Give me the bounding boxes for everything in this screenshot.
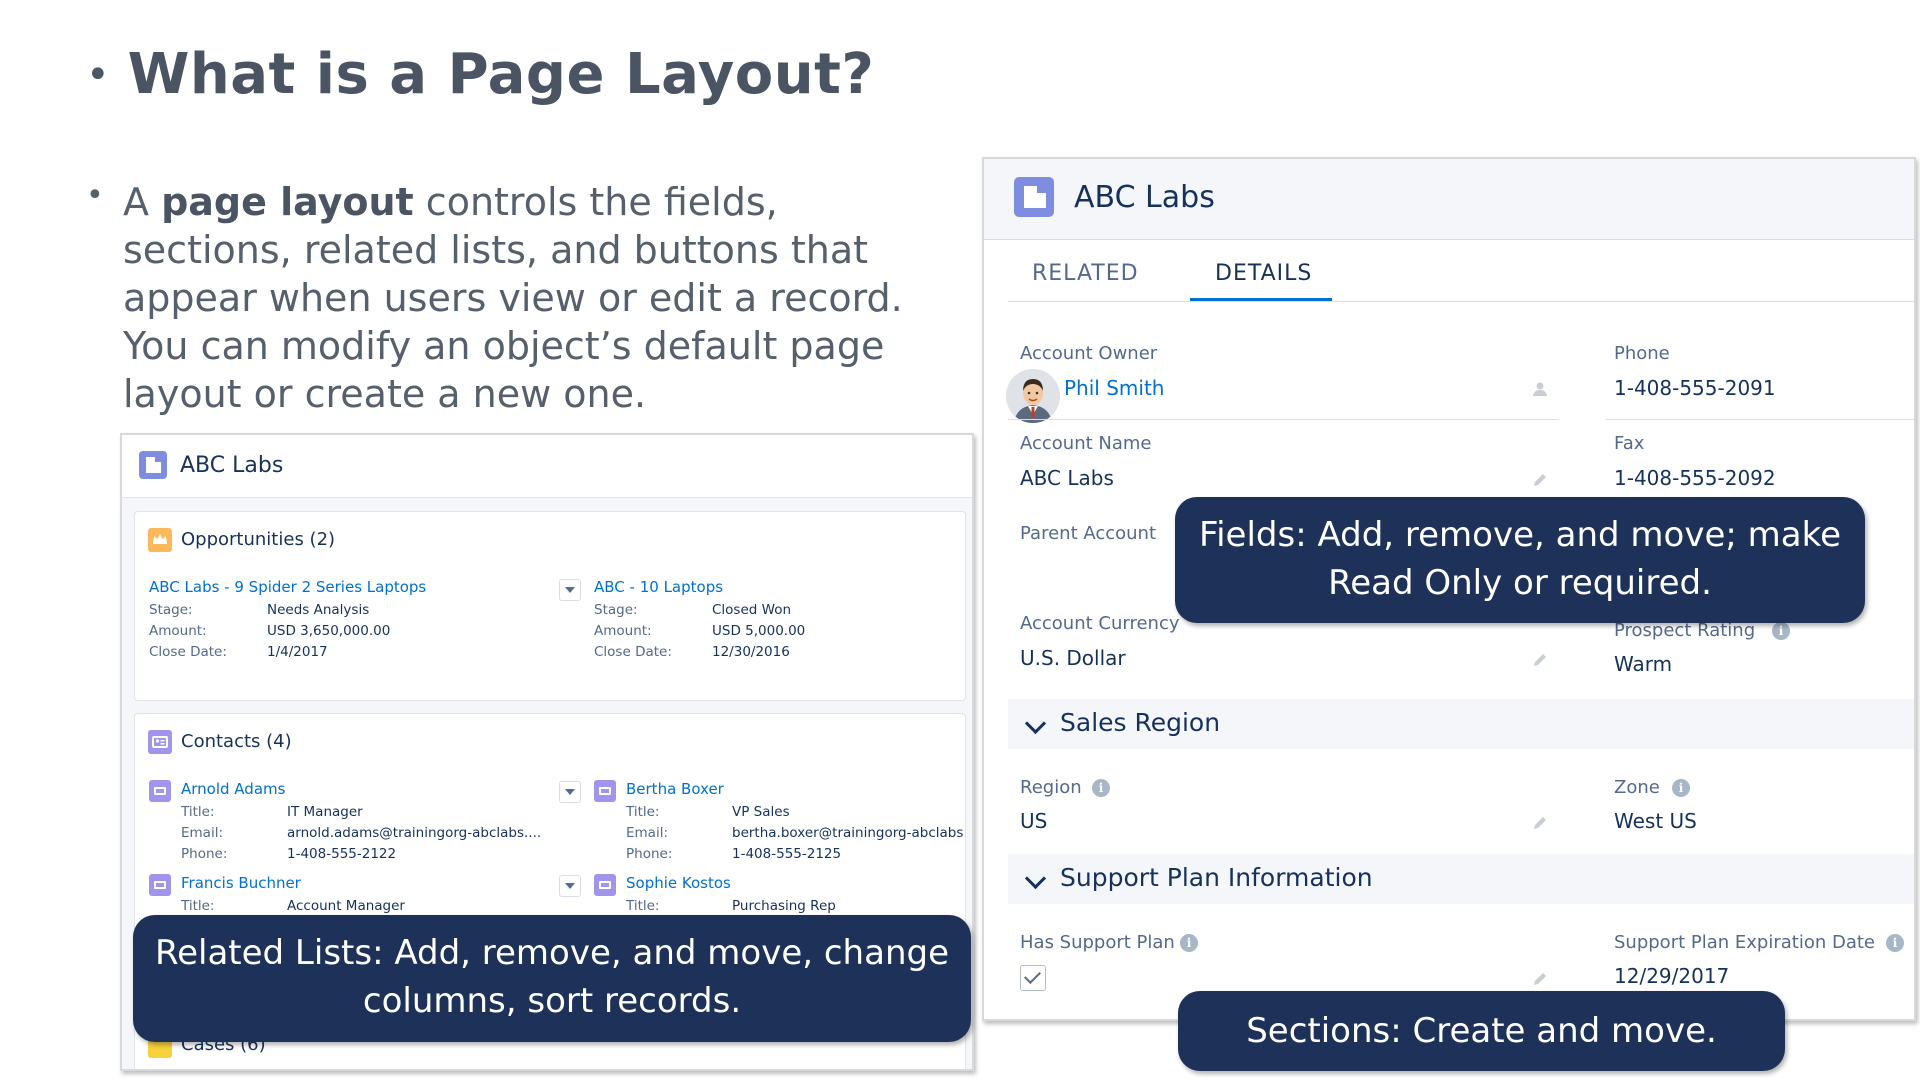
sections-callout: Sections: Create and move. [1178, 991, 1785, 1071]
contact-link[interactable]: Sophie Kostos [626, 874, 731, 892]
section-title: Sales Region [1060, 708, 1221, 737]
info-icon[interactable]: i [1672, 779, 1690, 797]
details-panel-title: ABC Labs [1074, 180, 1215, 215]
edit-pencil-icon[interactable] [1532, 652, 1548, 668]
chevron-down-icon [1024, 867, 1047, 890]
account-owner-link[interactable]: Phil Smith [1064, 376, 1164, 400]
tab-divider [1008, 301, 1914, 302]
opportunity-details: Stage: Closed Won Amount: USD 5,000.00 Clo… [594, 602, 806, 660]
account-name-value: ABC Labs [1020, 466, 1114, 490]
info-icon[interactable]: i [1886, 934, 1904, 952]
contact-details: Title: Purchasing Rep [626, 898, 836, 914]
has-support-plan-checkbox[interactable] [1020, 965, 1046, 991]
fields-callout-line: Fields: Add, remove, and move; make [1199, 515, 1841, 555]
prospect-rating-label: Prospect Rating [1614, 620, 1756, 641]
related-panel-header: ABC Labs [122, 435, 972, 498]
opportunity-link[interactable]: ABC Labs - 9 Spider 2 Series Laptops [149, 578, 426, 596]
edit-pencil-icon[interactable] [1532, 472, 1548, 488]
phone-label: Phone [1614, 343, 1670, 364]
contact-icon [149, 780, 171, 802]
opportunity-link[interactable]: ABC - 10 Laptops [594, 578, 723, 596]
contact-link[interactable]: Francis Buchner [181, 874, 301, 892]
contact-link[interactable]: Bertha Boxer [626, 780, 724, 798]
change-owner-icon[interactable] [1532, 381, 1548, 397]
parent-account-label: Parent Account [1020, 523, 1157, 544]
contact-details: Title: Account Manager [181, 898, 405, 914]
owner-avatar [1006, 369, 1060, 423]
opportunity-actions-dropdown[interactable] [559, 579, 581, 601]
paragraph-prefix: A [123, 180, 162, 224]
prospect-rating-value: Warm [1614, 652, 1673, 676]
field-divider [1008, 419, 1558, 420]
field-divider [1606, 419, 1914, 420]
intro-paragraph: • A page layout controls the fields, sec… [86, 178, 936, 418]
support-plan-expiration-label: Support Plan Expiration Date [1614, 932, 1875, 953]
fax-value: 1-408-555-2092 [1614, 466, 1776, 490]
crown-icon [148, 528, 172, 552]
title-bullet: • [86, 51, 110, 98]
contact-icon [149, 874, 171, 896]
chevron-down-icon [1024, 712, 1047, 735]
edit-pencil-icon[interactable] [1532, 815, 1548, 831]
fax-label: Fax [1614, 433, 1645, 454]
contact-actions-dropdown[interactable] [559, 781, 581, 803]
account-currency-label: Account Currency [1020, 613, 1180, 634]
details-panel-header: ABC Labs [984, 159, 1914, 240]
section-header-sales-region[interactable]: Sales Region [1008, 699, 1914, 749]
region-label: Region [1020, 777, 1082, 798]
opportunities-title[interactable]: Opportunities (2) [181, 529, 335, 550]
related-lists-callout: Related Lists: Add, remove, and move, ch… [133, 915, 971, 1042]
has-support-plan-label: Has Support Plan [1020, 932, 1175, 953]
zone-label: Zone [1614, 777, 1660, 798]
sections-callout-line: Sections: Create and move. [1246, 1011, 1717, 1051]
contact-details: Title: IT Manager Email: arnold.adams@trai… [181, 804, 542, 862]
zone-value: West US [1614, 809, 1697, 833]
tab-details[interactable]: DETAILS [1215, 261, 1312, 286]
region-value: US [1020, 809, 1048, 833]
support-plan-expiration-value: 12/29/2017 [1614, 964, 1730, 988]
section-header-support-plan[interactable]: Support Plan Information [1008, 854, 1914, 904]
contact-actions-dropdown[interactable] [559, 875, 581, 897]
tab-related[interactable]: RELATED [1032, 261, 1139, 286]
related-lists-callout-line: Related Lists: Add, remove, and move, ch… [155, 933, 949, 973]
info-icon[interactable]: i [1092, 779, 1110, 797]
contact-card-icon [148, 730, 172, 754]
fields-callout: Fields: Add, remove, and move; make Read… [1175, 497, 1865, 623]
account-owner-label: Account Owner [1020, 343, 1158, 364]
contact-details: Title: VP Sales Email: bertha.boxer@traini… [626, 804, 964, 862]
contact-icon [594, 874, 616, 896]
related-panel-title[interactable]: ABC Labs [180, 453, 283, 478]
related-lists-callout-line: columns, sort records. [362, 981, 742, 1021]
paragraph-text: A page layout controls the fields, secti… [123, 178, 936, 418]
paragraph-bold: page layout [161, 180, 414, 224]
info-icon[interactable]: i [1772, 622, 1790, 640]
opportunities-card: Opportunities (2) ABC Labs - 9 Spider 2 … [134, 511, 966, 701]
slide-title-row: • What is a Page Layout? [86, 42, 874, 107]
section-title: Support Plan Information [1060, 863, 1373, 892]
account-icon [139, 451, 167, 479]
contact-link[interactable]: Arnold Adams [181, 780, 285, 798]
edit-pencil-icon[interactable] [1532, 971, 1548, 987]
contact-icon [594, 780, 616, 802]
account-icon [1014, 177, 1054, 217]
opportunity-details: Stage: Needs Analysis Amount: USD 3,650,00… [149, 602, 391, 660]
paragraph-bullet: • [86, 178, 104, 213]
fields-callout-line: Read Only or required. [1328, 563, 1712, 603]
info-icon[interactable]: i [1180, 934, 1198, 952]
account-currency-value: U.S. Dollar [1020, 646, 1126, 670]
slide-title: What is a Page Layout? [127, 42, 875, 107]
account-name-label: Account Name [1020, 433, 1152, 454]
contacts-title[interactable]: Contacts (4) [181, 731, 292, 752]
phone-value: 1-408-555-2091 [1614, 376, 1776, 400]
